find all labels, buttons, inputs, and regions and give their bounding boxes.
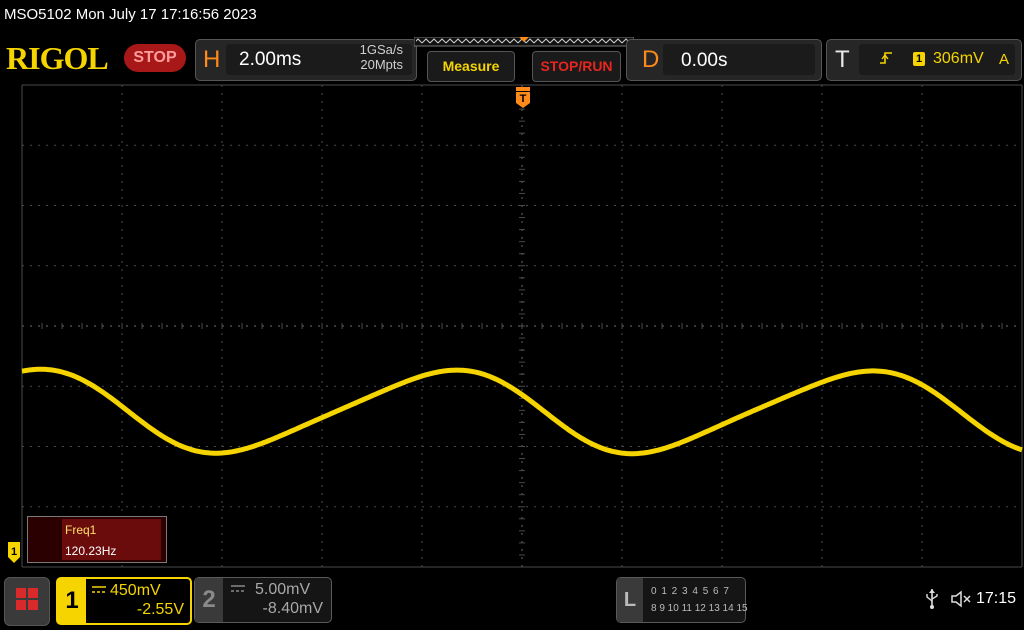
- channel1-offset: -2.55V: [136, 601, 184, 618]
- channel2-offset: -8.40mV: [262, 600, 323, 617]
- logic-analyzer-label: L: [617, 578, 643, 622]
- memory-position-bar: [414, 37, 634, 47]
- waveform-display[interactable]: [21, 84, 1023, 568]
- channel1-ground-marker[interactable]: 1: [8, 542, 22, 569]
- usb-icon: [926, 589, 938, 609]
- trigger-marker-icon: T: [516, 87, 530, 108]
- measure-button[interactable]: Measure: [427, 51, 515, 82]
- trigger-marker-label: T: [520, 93, 527, 105]
- run-state-badge: STOP: [124, 44, 186, 72]
- trigger-source-badge: 1: [913, 52, 925, 66]
- trigger-level-value: 306mV: [933, 50, 984, 67]
- trigger-mode-value: A: [999, 51, 1010, 68]
- channel1-marker-icon: 1: [8, 542, 20, 563]
- channel2-panel[interactable]: 2 5.00mV -8.40mV: [194, 577, 332, 623]
- window-title: MSO5102 Mon July 17 17:16:56 2023: [4, 6, 257, 23]
- memory-depth-value: 20Mpts: [360, 57, 403, 72]
- trigger-panel[interactable]: T 1 306mV A: [826, 39, 1022, 81]
- graticule: [21, 84, 1023, 568]
- rising-edge-icon: [880, 52, 892, 64]
- delay-label: D: [642, 46, 660, 73]
- channel2-number: 2: [195, 578, 223, 622]
- sample-rate-info: 1GSa/s 20Mpts: [335, 42, 403, 72]
- stop-run-button[interactable]: STOP/RUN: [532, 51, 621, 82]
- logic-analyzer-panel[interactable]: L 0 1 2 3 4 5 6 7 8 9 10 11 12 13 14 15: [616, 577, 748, 623]
- delay-value: 0.00s: [681, 50, 728, 71]
- dc-coupling-icon: [231, 585, 245, 592]
- rigol-logo: RIGOL: [6, 40, 109, 76]
- main-menu-button[interactable]: [4, 577, 50, 626]
- delay-panel[interactable]: D 0.00s: [626, 39, 822, 81]
- trigger-position-marker[interactable]: T: [515, 87, 531, 114]
- channel1-scale: 450mV: [110, 582, 161, 599]
- dc-coupling-icon: [92, 586, 106, 593]
- menu-grid-icon: [16, 588, 38, 610]
- channel1-number: 1: [58, 579, 86, 623]
- measurement-label: Freq1: [65, 523, 97, 537]
- channel1-marker-label: 1: [11, 546, 17, 558]
- channel2-scale: 5.00mV: [255, 581, 311, 598]
- trigger-label: T: [835, 46, 850, 73]
- sample-rate-value: 1GSa/s: [359, 42, 403, 57]
- channel1-panel[interactable]: 1 450mV -2.55V: [56, 577, 192, 625]
- clock: 17:15: [976, 590, 1017, 607]
- speaker-muted-icon[interactable]: [950, 589, 972, 609]
- measurement-value: 120.23Hz: [65, 544, 117, 558]
- timebase-value: 2.00ms: [239, 49, 302, 70]
- horizontal-values: 2.00ms 1GSa/s 20Mpts: [195, 39, 417, 81]
- logic-channels-row1: 0 1 2 3 4 5 6 7: [651, 586, 730, 597]
- logic-channels-row2: 8 9 10 11 12 13 14 15: [651, 603, 748, 614]
